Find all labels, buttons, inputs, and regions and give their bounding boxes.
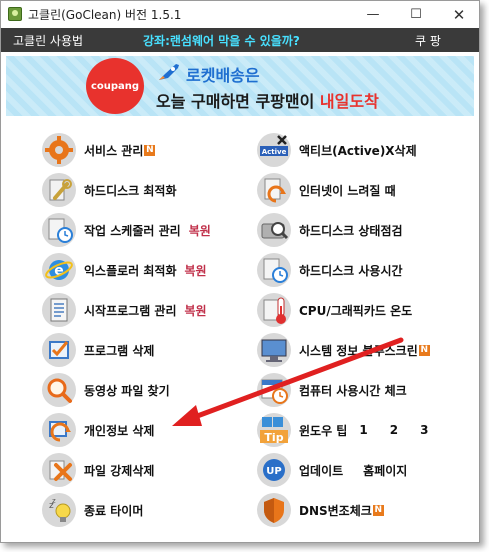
annotation-arrow bbox=[172, 337, 404, 426]
